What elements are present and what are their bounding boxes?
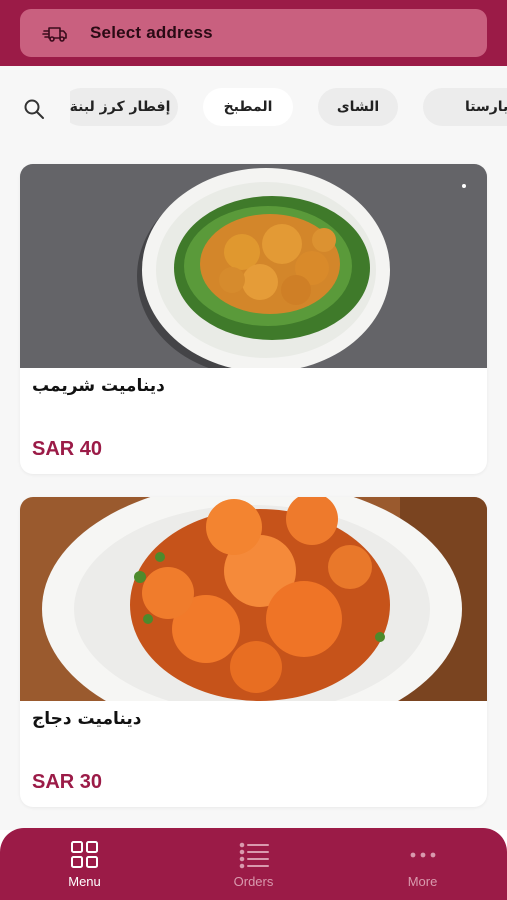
category-chip-breakfast[interactable]: إفطار كرز لبنة bbox=[70, 88, 178, 126]
more-dots-icon bbox=[407, 840, 439, 870]
category-chip-label: الشاى bbox=[336, 99, 380, 115]
category-chip-label: إفطار كرز لبنة bbox=[70, 99, 171, 115]
product-name: ديناميت دجاج bbox=[32, 709, 142, 729]
category-chip-kitchen[interactable]: المطبخ bbox=[203, 88, 293, 126]
category-chip-label: المطبخ bbox=[223, 99, 273, 115]
nav-orders[interactable]: Orders bbox=[169, 828, 338, 900]
category-chips[interactable]: إفطار كرز لبنة المطبخ الشاى - بارستا bbox=[70, 82, 507, 134]
nav-menu[interactable]: Menu bbox=[0, 828, 169, 900]
search-button[interactable] bbox=[20, 95, 48, 123]
menu-content[interactable]: إفطار كرز لبنة المطبخ الشاى - بارستا bbox=[0, 66, 507, 830]
product-card[interactable]: ديناميت شريمب SAR 40 bbox=[20, 164, 487, 474]
nav-orders-label: Orders bbox=[233, 874, 274, 889]
product-image-dynamite-shrimp bbox=[20, 164, 487, 368]
search-icon bbox=[23, 98, 45, 120]
category-bar: إفطار كرز لبنة المطبخ الشاى - بارستا bbox=[0, 82, 507, 134]
nav-menu-label: Menu bbox=[68, 874, 101, 889]
product-image-dynamite-chicken bbox=[20, 497, 487, 701]
bottom-navigation: Menu Orders More bbox=[0, 828, 507, 900]
nav-more-label: More bbox=[407, 874, 438, 889]
category-chip-label: - بارستا bbox=[465, 99, 507, 115]
list-icon bbox=[238, 840, 270, 870]
grid-icon bbox=[69, 840, 101, 870]
delivery-truck-icon bbox=[42, 20, 68, 46]
product-price: SAR 30 bbox=[32, 771, 103, 793]
nav-more[interactable]: More bbox=[338, 828, 507, 900]
select-address-label: Select address bbox=[90, 23, 213, 42]
product-name: ديناميت شريمب bbox=[32, 376, 165, 396]
product-card[interactable]: ديناميت دجاج SAR 30 bbox=[20, 497, 487, 807]
app-header: Select address bbox=[0, 0, 507, 66]
select-address-button[interactable]: Select address bbox=[20, 9, 487, 57]
category-chip-barista[interactable]: - بارستا bbox=[423, 88, 507, 126]
product-price: SAR 40 bbox=[32, 438, 103, 460]
category-chip-tea[interactable]: الشاى bbox=[318, 88, 398, 126]
